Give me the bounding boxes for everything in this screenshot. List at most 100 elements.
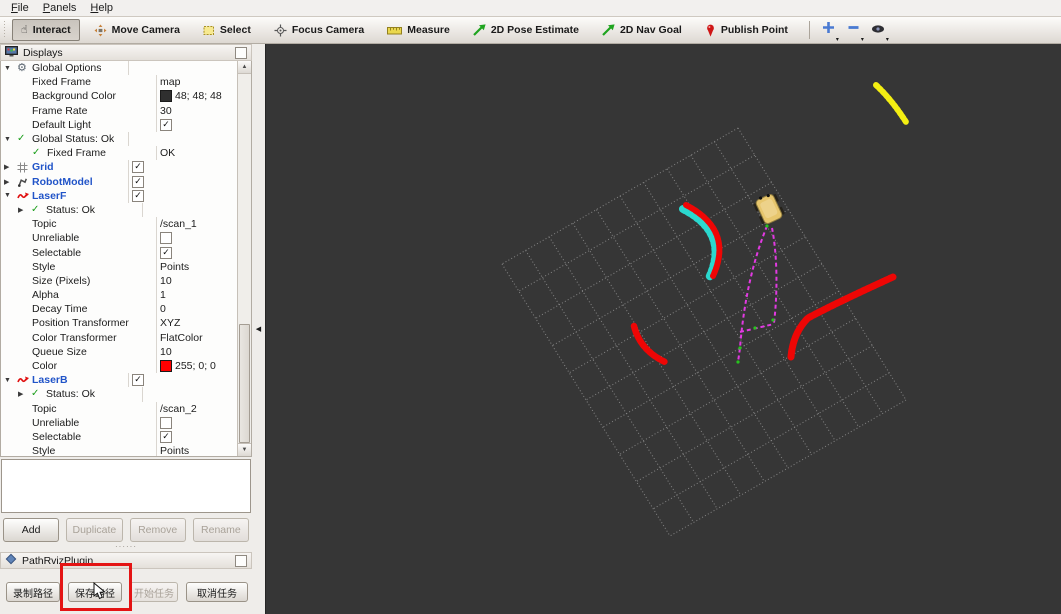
tree-row-status-ok[interactable]: ▶ ✓ Status: Ok	[1, 387, 251, 402]
tree-row-selectable[interactable]: Selectable ✓	[1, 245, 251, 260]
checkbox[interactable]: ✓	[132, 374, 144, 387]
rename-button[interactable]: Rename	[192, 518, 249, 542]
tree-row-style[interactable]: Style Points	[1, 444, 251, 456]
tree-row-unreliable[interactable]: Unreliable	[1, 415, 251, 430]
tool-button-measure[interactable]: Measure	[378, 19, 459, 41]
add-button[interactable]: Add	[3, 518, 60, 542]
color-swatch[interactable]	[160, 360, 172, 373]
tool-button-2d-nav-goal[interactable]: 2D Nav Goal	[593, 19, 691, 41]
tree-row-global-options[interactable]: ▼ ⚙ Global Options	[1, 61, 251, 76]
tree-row-alpha[interactable]: Alpha 1	[1, 288, 251, 303]
tool-button-publish-point[interactable]: Publish Point	[696, 19, 797, 41]
duplicate-button[interactable]: Duplicate	[66, 518, 123, 542]
plugin-button-保存路径[interactable]: 保存路径	[68, 582, 122, 602]
tool-button-select[interactable]: Select	[194, 19, 260, 41]
collapse-arrow-icon[interactable]: ◀	[256, 325, 261, 333]
tree-row-grid[interactable]: ▶ Grid ✓	[1, 160, 251, 175]
property-label: Fixed Frame	[32, 76, 91, 89]
property-value: Points	[160, 260, 190, 273]
tree-row-style[interactable]: Style Points	[1, 259, 251, 274]
dropdown-arrow-icon[interactable]: ▾	[836, 36, 839, 43]
add-tool-button[interactable]: ▾	[817, 20, 840, 43]
tree-row-topic[interactable]: Topic/scan_1	[1, 217, 251, 232]
property-value-cell[interactable]	[128, 131, 251, 147]
plugin-button-录制路径[interactable]: 录制路径	[6, 582, 60, 602]
checkbox[interactable]: ✓	[132, 161, 144, 174]
check-icon: ✓	[31, 388, 40, 400]
tree-row-unreliable[interactable]: Unreliable	[1, 231, 251, 246]
tree-row-fixed-frame[interactable]: Fixed Frame map	[1, 75, 251, 90]
tree-row-selectable[interactable]: Selectable ✓	[1, 429, 251, 445]
toolbar-grip[interactable]	[3, 21, 8, 39]
tree-row-global-status-ok[interactable]: ▼ ✓ Global Status: Ok	[1, 131, 251, 147]
expand-arrow-open[interactable]: ▼	[4, 377, 17, 384]
checkbox[interactable]	[160, 232, 172, 245]
scrollbar-thumb[interactable]	[239, 324, 250, 443]
checkbox[interactable]: ✓	[160, 246, 172, 259]
expand-arrow-closed[interactable]: ▶	[18, 206, 31, 214]
expand-arrow-open[interactable]: ▼	[4, 192, 17, 199]
property-value-cell[interactable]	[128, 61, 251, 76]
tree-row-color-transformer[interactable]: Color Transformer FlatColor	[1, 330, 251, 345]
menu-item-file[interactable]: File	[4, 1, 36, 15]
tree-row-laserb[interactable]: ▼ LaserB ✓	[1, 373, 251, 388]
checkbox[interactable]: ✓	[132, 189, 144, 202]
scroll-down-arrow[interactable]: ▼	[238, 443, 251, 456]
expand-arrow-open[interactable]: ▼	[4, 65, 17, 72]
menu-item-panels[interactable]: Panels	[36, 1, 84, 15]
property-value-cell[interactable]: ✓	[128, 160, 251, 175]
checkbox[interactable]: ✓	[160, 118, 172, 131]
expand-arrow-open[interactable]: ▼	[4, 136, 17, 143]
panel-viewport-splitter[interactable]: ◀	[252, 44, 265, 614]
render-viewport-3d[interactable]	[265, 44, 1061, 614]
tool-button-2d-pose-estimate[interactable]: 2D Pose Estimate	[464, 19, 588, 41]
tree-row-size-pixels[interactable]: Size (Pixels) 10	[1, 273, 251, 288]
tool-button-interact[interactable]: ☝ Interact	[12, 19, 80, 41]
displays-panel-header[interactable]: Displays	[0, 44, 252, 61]
tool-button-focus-camera[interactable]: Focus Camera	[265, 19, 373, 41]
property-label: Alpha	[32, 289, 59, 302]
property-label: Style	[32, 260, 56, 273]
dropdown-arrow-icon[interactable]: ▾	[886, 36, 889, 43]
tree-row-color[interactable]: Color 255; 0; 0	[1, 358, 251, 374]
plugin-button-取消任务[interactable]: 取消任务	[186, 582, 248, 602]
property-value-cell[interactable]: ✓	[128, 174, 251, 189]
tree-scrollbar[interactable]: ▲ ▼	[237, 61, 251, 456]
tree-row-topic[interactable]: Topic/scan_2	[1, 401, 251, 416]
color-swatch[interactable]	[160, 90, 172, 103]
tree-row-frame-rate[interactable]: Frame Rate 30	[1, 103, 251, 118]
property-value-cell[interactable]	[142, 387, 251, 402]
tree-row-background-color[interactable]: Background Color 48; 48; 48	[1, 89, 251, 104]
tree-row-fixed-frame[interactable]: ✓ Fixed Frame OK	[1, 146, 251, 161]
panel-float-button[interactable]	[235, 46, 247, 59]
tool-button-move-camera[interactable]: Move Camera	[85, 19, 189, 41]
checkbox[interactable]: ✓	[160, 430, 172, 443]
panel-splitter-handle[interactable]: ······	[0, 543, 252, 552]
tree-row-status-ok[interactable]: ▶ ✓ Status: Ok	[1, 202, 251, 218]
expand-arrow-closed[interactable]: ▶	[4, 163, 17, 171]
tree-row-laserf[interactable]: ▼ LaserF ✓	[1, 188, 251, 203]
plugin-button-开始任务[interactable]: 开始任务	[130, 582, 178, 602]
expand-arrow-closed[interactable]: ▶	[4, 178, 17, 186]
property-value-cell[interactable]	[142, 202, 251, 218]
checkbox[interactable]: ✓	[132, 175, 144, 188]
property-value-cell[interactable]: ✓	[128, 373, 251, 388]
dropdown-arrow-icon[interactable]: ▾	[861, 36, 864, 43]
remove-tool-button[interactable]: ▾	[842, 20, 865, 43]
tree-row-robotmodel[interactable]: ▶ RobotModel ✓	[1, 174, 251, 189]
scroll-up-arrow[interactable]: ▲	[238, 61, 251, 74]
gear-icon: ⚙	[17, 62, 27, 74]
panel-float-button[interactable]	[235, 554, 247, 567]
checkbox[interactable]	[160, 416, 172, 429]
expand-arrow-closed[interactable]: ▶	[18, 390, 31, 398]
tree-row-default-light[interactable]: Default Light ✓	[1, 117, 251, 132]
plugin-panel-header[interactable]: PathRvizPlugin	[0, 552, 252, 569]
remove-button[interactable]: Remove	[129, 518, 186, 542]
tree-row-decay-time[interactable]: Decay Time 0	[1, 302, 251, 317]
property-value-cell[interactable]: ✓	[128, 188, 251, 203]
tree-row-queue-size[interactable]: Queue Size 10	[1, 344, 251, 359]
tool-properties-button[interactable]: ▾	[867, 20, 890, 43]
property-label: Global Status: Ok	[32, 133, 115, 146]
tree-row-position-transformer[interactable]: Position Transformer XYZ	[1, 316, 251, 331]
menu-item-help[interactable]: Help	[83, 1, 120, 15]
